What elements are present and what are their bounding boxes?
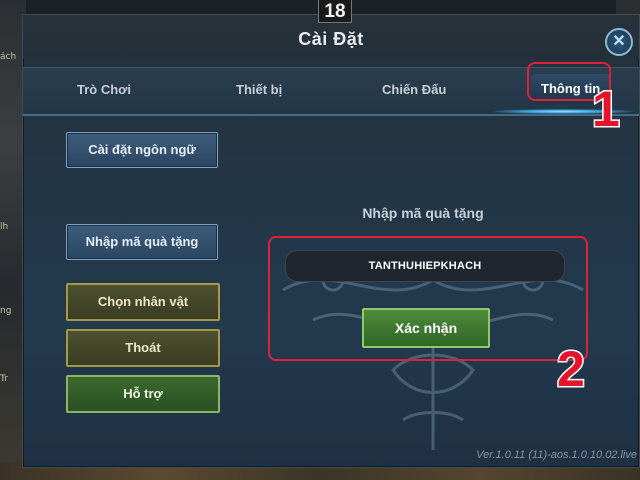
- background-text: ách: [0, 52, 17, 62]
- step-marker-1: 1: [591, 80, 622, 139]
- background-text: Tr: [0, 374, 8, 384]
- step-marker-2: 2: [556, 340, 587, 399]
- dialog-title: Cài Đặt: [298, 29, 364, 49]
- tab-device[interactable]: Thiết bị: [236, 82, 282, 97]
- age-rating-badge: 18: [318, 0, 352, 23]
- gift-code-section-title: Nhập mã quà tặng: [362, 205, 484, 221]
- background-text: ng: [0, 306, 12, 316]
- close-icon: ✕: [612, 33, 626, 50]
- language-settings-button[interactable]: Cài đặt ngôn ngữ: [66, 132, 218, 168]
- gift-code-highlight-box: [268, 236, 588, 361]
- version-text: Ver.1.0.11 (11)-aos.1.0.10.02.live: [476, 449, 637, 461]
- support-button[interactable]: Hỗ trợ: [66, 375, 220, 413]
- choose-character-button[interactable]: Chọn nhân vật: [66, 283, 220, 321]
- close-button[interactable]: ✕: [605, 28, 633, 56]
- gift-code-button[interactable]: Nhập mã quà tặng: [66, 224, 218, 260]
- tab-combat[interactable]: Chiến Đấu: [382, 82, 446, 97]
- tab-game[interactable]: Trò Chơi: [77, 82, 131, 97]
- background-text: lh: [0, 222, 9, 232]
- exit-button[interactable]: Thoát: [66, 329, 220, 367]
